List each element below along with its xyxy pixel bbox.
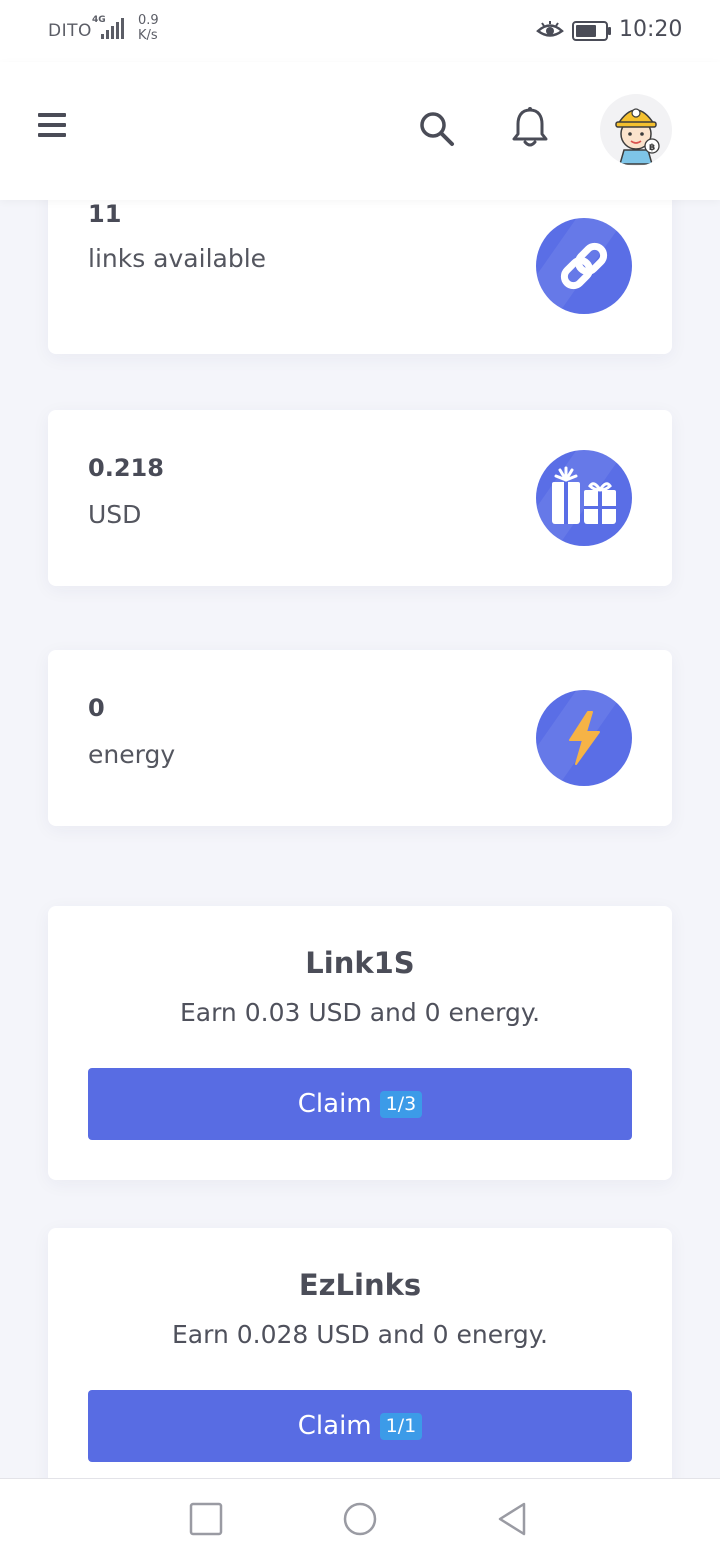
stat-card-energy: 0 energy (48, 650, 672, 826)
system-nav-bar (0, 1478, 720, 1560)
signal-icon (101, 18, 124, 39)
claim-count-badge: 1/3 (379, 1090, 423, 1118)
stat-value: 11 (88, 200, 122, 228)
status-bar: DITO 4G 0.9 K/s 10:20 (0, 0, 720, 62)
claim-button[interactable]: Claim 1/1 (88, 1390, 632, 1462)
bell-icon[interactable] (510, 106, 550, 148)
claim-count-badge: 1/1 (379, 1412, 423, 1440)
app-header: ฿ (0, 62, 720, 200)
recents-square-icon[interactable] (188, 1501, 224, 1537)
speed-unit: K/s (138, 28, 158, 43)
carrier-name: DITO (48, 21, 92, 41)
stat-icon-circle (536, 218, 632, 314)
gift-icon (552, 466, 616, 524)
claim-button[interactable]: Claim 1/3 (88, 1068, 632, 1140)
network-speed: 0.9 K/s (138, 13, 159, 43)
eye-icon (536, 21, 564, 37)
stat-label: energy (88, 740, 176, 769)
back-triangle-icon[interactable] (494, 1501, 530, 1537)
status-time: 10:20 (619, 17, 683, 42)
offer-title: EzLinks (298, 1268, 422, 1302)
claim-label: Claim (297, 1089, 372, 1119)
stat-label: USD (88, 500, 142, 529)
offer-description: Earn 0.03 USD and 0 energy. (179, 998, 541, 1027)
speed-value: 0.9 (138, 13, 159, 28)
menu-icon[interactable] (36, 110, 68, 140)
battery-icon (572, 21, 611, 41)
main-content: 11 links available 0.218 USD 0 energy Li… (0, 200, 720, 1478)
claim-label: Claim (297, 1411, 372, 1441)
svg-text:฿: ฿ (649, 143, 655, 153)
home-circle-icon[interactable] (342, 1501, 378, 1537)
avatar[interactable]: ฿ (600, 94, 672, 166)
offer-title: Link1S (305, 946, 415, 980)
offer-card-link1s: Link1S Earn 0.03 USD and 0 energy. Claim… (48, 906, 672, 1180)
stat-label: links available (88, 244, 267, 273)
offer-card-ezlinks: EzLinks Earn 0.028 USD and 0 energy. Cla… (48, 1228, 672, 1478)
miner-avatar-icon: ฿ (615, 108, 660, 165)
stat-value: 0.218 (88, 454, 164, 482)
offer-description: Earn 0.028 USD and 0 energy. (172, 1320, 548, 1349)
link-icon (560, 242, 608, 290)
lightning-icon (569, 711, 600, 765)
search-icon[interactable] (418, 110, 456, 148)
stat-card-links: 11 links available (48, 200, 672, 354)
stat-icon-circle (536, 450, 632, 546)
stat-value: 0 (88, 694, 105, 722)
stat-icon-circle (536, 690, 632, 786)
stat-card-usd: 0.218 USD (48, 410, 672, 586)
